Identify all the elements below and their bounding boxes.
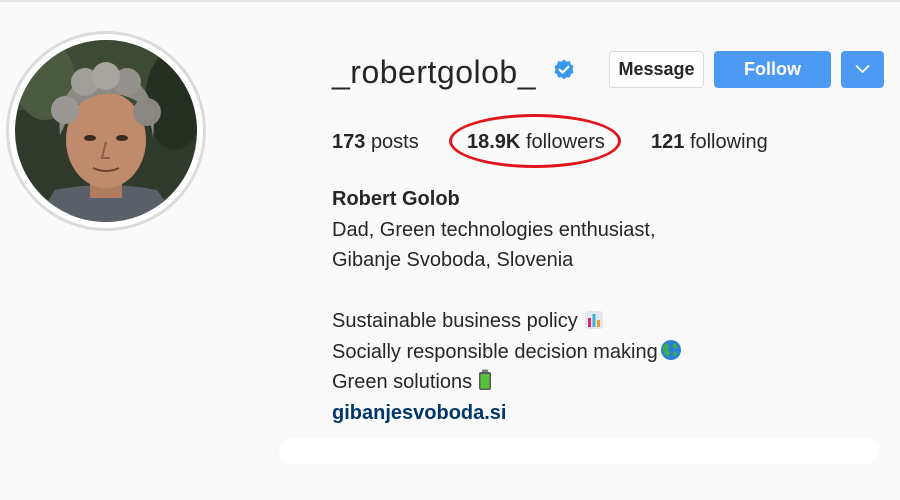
profile-username: _robertgolob_ — [332, 54, 536, 90]
avatar[interactable] — [6, 31, 206, 231]
bio-line-with-icon: Green solutions — [332, 367, 682, 398]
message-button[interactable]: Message — [609, 51, 704, 88]
bio-text: Sustainable business policy — [332, 310, 578, 332]
follow-button[interactable]: Follow — [714, 51, 831, 88]
bio-line: Gibanje Svoboda, Slovenia — [332, 249, 574, 271]
website-link[interactable]: gibanjesvoboda.si — [332, 402, 506, 424]
top-divider — [0, 0, 900, 2]
bio-line-with-icon: Socially responsible decision making — [332, 337, 682, 368]
bio-blank-line — [332, 276, 682, 307]
battery-icon — [478, 369, 492, 401]
following-number: 121 — [651, 131, 685, 153]
verified-badge-icon — [552, 58, 576, 82]
bio-line: Dad, Green technologies enthusiast, — [332, 218, 656, 241]
avatar-photo — [15, 40, 197, 222]
following-link[interactable]: 121 following — [651, 130, 768, 154]
posts-number: 173 — [332, 131, 366, 153]
bio-website-link[interactable]: gibanjesvoboda.si — [332, 398, 682, 429]
bio-text: Socially responsible decision making — [332, 340, 658, 363]
red-highlight-circle — [449, 114, 621, 168]
bio-line-with-icon: Sustainable business policy — [332, 306, 682, 337]
posts-count: 173 posts — [332, 130, 419, 154]
chevron-down-icon — [855, 65, 870, 74]
posts-label: posts — [370, 131, 419, 153]
following-label: following — [689, 131, 768, 153]
profile-bio: Robert Golob Dad, Green technologies ent… — [332, 184, 682, 428]
highlights-bar — [279, 437, 879, 464]
bio-text: Green solutions — [332, 371, 473, 393]
bar-chart-icon — [584, 309, 604, 340]
more-options-button[interactable] — [841, 51, 884, 88]
profile-full-name: Robert Golob — [332, 188, 460, 210]
globe-icon — [660, 339, 682, 371]
